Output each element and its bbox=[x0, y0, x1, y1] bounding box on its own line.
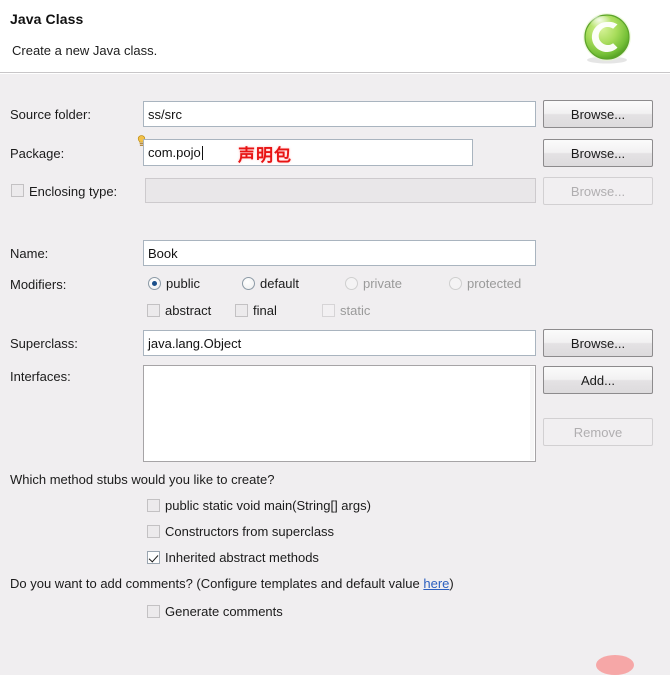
modifier-radio-public[interactable] bbox=[148, 277, 161, 290]
source-folder-label: Source folder: bbox=[10, 107, 91, 122]
interfaces-label: Interfaces: bbox=[10, 369, 71, 384]
source-folder-value: ss/src bbox=[148, 106, 182, 122]
modifier-radio-private bbox=[345, 277, 358, 290]
comments-question-suffix: ) bbox=[449, 576, 454, 591]
method-stub-checkbox-inherited[interactable] bbox=[147, 551, 160, 564]
method-stub-checkbox-constructors[interactable] bbox=[147, 525, 160, 538]
modifier-label-final: final bbox=[253, 303, 277, 318]
interfaces-list-scrollbar[interactable] bbox=[530, 367, 534, 460]
modifier-label-static: static bbox=[340, 303, 371, 318]
java-class-wizard-icon bbox=[583, 13, 631, 64]
interfaces-add-button[interactable]: Add... bbox=[543, 366, 653, 394]
interfaces-remove-button: Remove bbox=[543, 418, 653, 446]
method-stub-label-main: public static void main(String[] args) bbox=[165, 498, 371, 513]
package-browse-button[interactable]: Browse... bbox=[543, 139, 653, 167]
package-input[interactable]: com.pojo bbox=[143, 139, 473, 166]
modifier-label-protected: protected bbox=[467, 276, 522, 291]
modifier-radio-default[interactable] bbox=[242, 277, 255, 290]
superclass-label: Superclass: bbox=[10, 336, 78, 351]
method-stubs-question: Which method stubs would you like to cre… bbox=[10, 472, 275, 487]
modifier-checkbox-final[interactable] bbox=[235, 304, 248, 317]
package-label: Package: bbox=[10, 146, 65, 161]
enclosing-type-label: Enclosing type: bbox=[29, 184, 118, 199]
configure-templates-link[interactable]: here bbox=[423, 576, 449, 591]
page-title: Java Class bbox=[10, 11, 84, 27]
source-folder-input[interactable]: ss/src bbox=[143, 101, 536, 127]
comments-question: Do you want to add comments? (Configure … bbox=[10, 576, 454, 591]
generate-comments-checkbox[interactable] bbox=[147, 605, 160, 618]
name-input[interactable]: Book bbox=[143, 240, 536, 266]
package-value: com.pojo bbox=[148, 145, 201, 160]
superclass-input[interactable]: java.lang.Object bbox=[143, 330, 536, 356]
superclass-value: java.lang.Object bbox=[148, 335, 242, 351]
modifier-radio-protected bbox=[449, 277, 462, 290]
header-separator-highlight bbox=[0, 73, 670, 74]
modifier-checkbox-static bbox=[322, 304, 335, 317]
modifier-label-abstract: abstract bbox=[165, 303, 212, 318]
wizard-header: Java Class Create a new Java class. bbox=[0, 0, 670, 72]
modifier-label-public: public bbox=[166, 276, 200, 291]
modifiers-label: Modifiers: bbox=[10, 277, 67, 292]
generate-comments-label: Generate comments bbox=[165, 604, 283, 619]
bottom-partial-annotation bbox=[596, 655, 634, 675]
enclosing-type-browse-button: Browse... bbox=[543, 177, 653, 205]
superclass-browse-button[interactable]: Browse... bbox=[543, 329, 653, 357]
modifier-label-default: default bbox=[260, 276, 300, 291]
method-stub-checkbox-main[interactable] bbox=[147, 499, 160, 512]
source-folder-browse-button[interactable]: Browse... bbox=[543, 100, 653, 128]
modifier-checkbox-abstract[interactable] bbox=[147, 304, 160, 317]
name-label: Name: bbox=[10, 246, 49, 261]
package-annotation: 声明包 bbox=[238, 146, 292, 166]
method-stub-label-inherited: Inherited abstract methods bbox=[165, 550, 319, 565]
enclosing-type-checkbox[interactable] bbox=[11, 184, 24, 197]
comments-question-prefix: Do you want to add comments? (Configure … bbox=[10, 576, 424, 591]
text-caret bbox=[201, 145, 203, 160]
name-value: Book bbox=[148, 245, 178, 261]
page-description: Create a new Java class. bbox=[12, 43, 158, 58]
interfaces-list[interactable] bbox=[143, 365, 536, 462]
method-stub-label-constructors: Constructors from superclass bbox=[165, 524, 335, 539]
modifier-label-private: private bbox=[363, 276, 403, 291]
enclosing-type-input bbox=[145, 178, 536, 203]
